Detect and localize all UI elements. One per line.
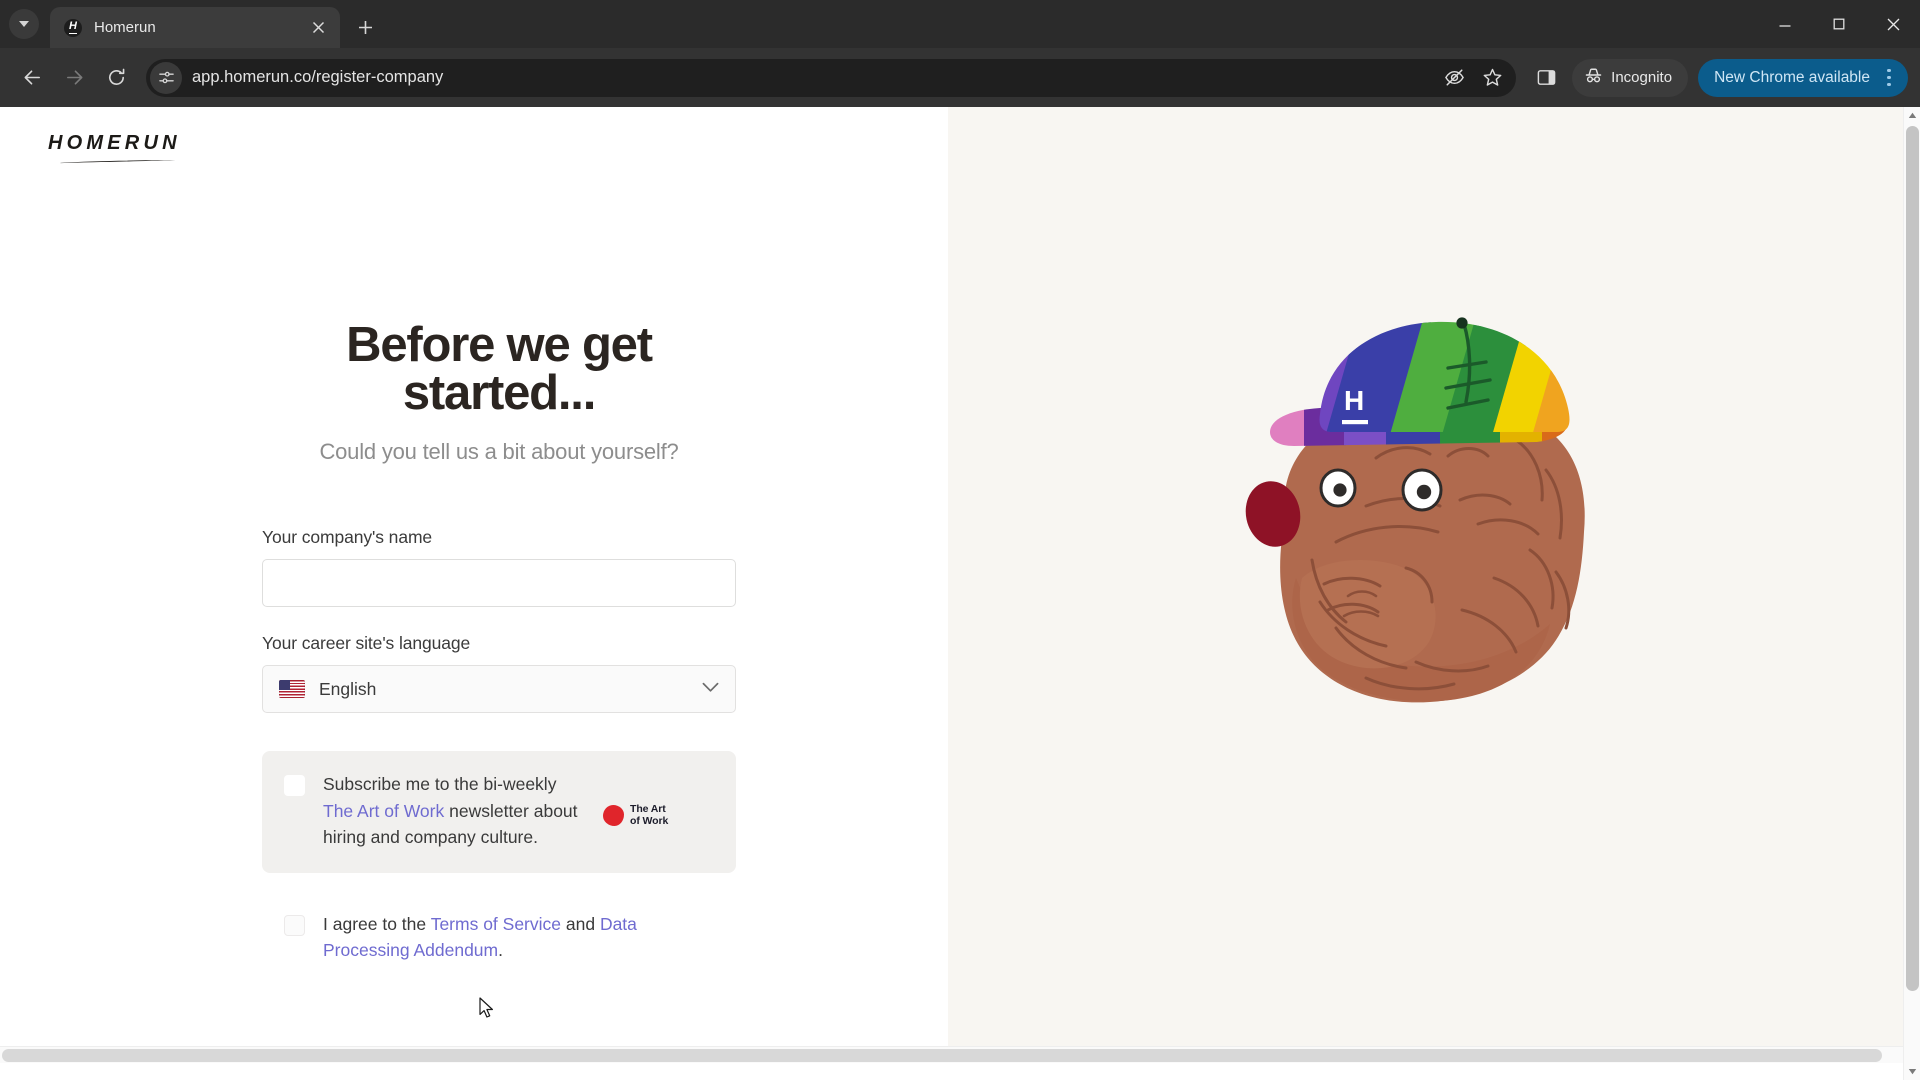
- close-button[interactable]: [1866, 0, 1920, 48]
- terms-checkbox[interactable]: [284, 914, 305, 936]
- registration-form: Before we get started... Could you tell …: [262, 318, 736, 964]
- incognito-hat-icon: [1584, 66, 1603, 89]
- newsletter-checkbox[interactable]: [284, 775, 305, 797]
- chrome-update-label: New Chrome available: [1714, 68, 1870, 86]
- company-name-input[interactable]: [262, 559, 736, 608]
- registration-page: HOMERUN Before we get started... Could y…: [0, 107, 1903, 1063]
- vertical-scrollbar-thumb[interactable]: [1906, 126, 1919, 991]
- aow-line-2: of Work: [630, 815, 669, 828]
- svg-text:H: H: [1344, 385, 1364, 416]
- art-of-work-link[interactable]: The Art of Work: [323, 801, 444, 821]
- address-bar[interactable]: app.homerun.co/register-company: [146, 58, 1517, 97]
- reload-icon[interactable]: [96, 58, 136, 98]
- art-of-work-logo: The Art of Work: [603, 803, 668, 828]
- new-tab-button[interactable]: [348, 10, 382, 44]
- form-column: HOMERUN Before we get started... Could y…: [0, 107, 948, 1063]
- site-settings-icon[interactable]: [150, 61, 182, 94]
- side-panel-icon[interactable]: [1526, 58, 1566, 98]
- chevron-down-icon: [702, 680, 719, 698]
- chevron-down-icon: [19, 21, 29, 27]
- aow-line-1: The Art: [630, 803, 666, 816]
- company-name-label: Your company's name: [262, 527, 433, 548]
- url-text: app.homerun.co/register-company: [192, 68, 444, 86]
- homerun-logo[interactable]: HOMERUN: [48, 132, 190, 164]
- homerun-favicon: H: [64, 18, 82, 37]
- browser-toolbar: app.homerun.co/register-company Incognit…: [0, 48, 1920, 107]
- illustration-column: H: [948, 107, 1903, 1063]
- incognito-label: Incognito: [1611, 69, 1673, 86]
- page-subtitle: Could you tell us a bit about yourself?: [319, 439, 679, 465]
- tab-search-container: [0, 0, 48, 48]
- language-select[interactable]: English: [262, 665, 736, 714]
- minimize-button[interactable]: [1758, 0, 1812, 48]
- newsletter-subscribe-card[interactable]: Subscribe me to the bi-weekly The Art of…: [262, 751, 736, 873]
- newsletter-text-before: Subscribe me to the bi-weekly: [323, 774, 557, 795]
- terms-text: I agree to the Terms of Service and Data…: [323, 911, 653, 964]
- page-viewport: HOMERUN Before we get started... Could y…: [0, 107, 1920, 1080]
- page-title: Before we get started...: [346, 318, 653, 420]
- logo-underline-stroke: [60, 160, 176, 164]
- scroll-up-arrow-icon[interactable]: [1904, 107, 1920, 124]
- terms-agreement-row[interactable]: I agree to the Terms of Service and Data…: [262, 911, 736, 964]
- tab-search-button[interactable]: [9, 9, 39, 39]
- company-name-field-group: Your company's name: [262, 527, 736, 608]
- homerun-wordmark: HOMERUN: [48, 132, 181, 154]
- horizontal-scrollbar[interactable]: [0, 1046, 1903, 1063]
- browser-window: H Homerun app.homerun.co/register-compan…: [0, 0, 1920, 1080]
- terms-text-after: .: [498, 940, 503, 961]
- language-label: Your career site's language: [262, 633, 471, 654]
- newsletter-text: Subscribe me to the bi-weekly The Art of…: [323, 771, 585, 851]
- browser-tab-homerun[interactable]: H Homerun: [50, 7, 340, 48]
- language-field-group: Your career site's language English: [262, 633, 736, 714]
- close-icon[interactable]: [306, 16, 330, 40]
- three-dot-menu-icon[interactable]: [1876, 63, 1902, 93]
- scroll-down-arrow-icon[interactable]: [1904, 1063, 1920, 1080]
- window-controls: [1758, 0, 1920, 48]
- terms-text-before: I agree to the: [323, 913, 431, 934]
- incognito-indicator[interactable]: Incognito: [1572, 58, 1689, 97]
- art-of-work-logo-text: The Art of Work: [630, 803, 668, 828]
- star-icon[interactable]: [1474, 60, 1510, 96]
- tab-title: Homerun: [94, 19, 156, 36]
- vertical-scrollbar[interactable]: [1903, 107, 1920, 1080]
- language-selected-value: English: [319, 678, 377, 699]
- maximize-button[interactable]: [1812, 0, 1866, 48]
- horizontal-scrollbar-thumb[interactable]: [2, 1049, 1882, 1062]
- back-arrow-icon[interactable]: [12, 58, 52, 98]
- bulldog-with-rainbow-cap-illustration: H: [1216, 310, 1636, 740]
- omnibox-actions: [1436, 60, 1510, 96]
- tab-strip: H Homerun: [0, 0, 1920, 48]
- terms-text-middle: and: [561, 913, 600, 934]
- eye-off-icon[interactable]: [1436, 60, 1472, 96]
- terms-of-service-link[interactable]: Terms of Service: [431, 914, 561, 934]
- art-of-work-blob-icon: [603, 804, 624, 826]
- us-flag-icon: [279, 680, 305, 699]
- forward-arrow-icon[interactable]: [54, 58, 94, 98]
- chrome-update-button[interactable]: New Chrome available: [1698, 58, 1908, 97]
